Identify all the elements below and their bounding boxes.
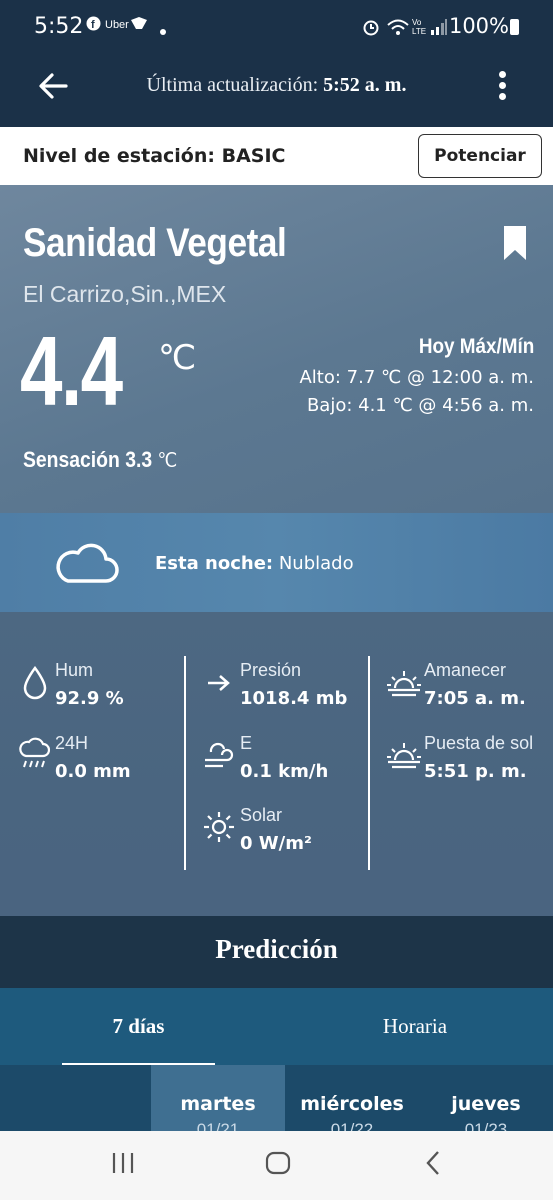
signal-icon xyxy=(430,18,448,39)
uber-icon: Uber xyxy=(105,19,129,31)
status-time: 5:52 xyxy=(34,14,84,39)
pressure-label: Presión xyxy=(240,660,302,680)
tonight-text: Esta noche: Nublado xyxy=(155,553,354,574)
humidity-value: 92.9 % xyxy=(55,688,124,709)
back-nav-button[interactable] xyxy=(424,1150,442,1181)
today-low: Bajo: 4.1 ℃ @ 4:56 a. m. xyxy=(306,395,534,416)
sunrise-icon xyxy=(386,668,422,703)
rain-cloud-icon xyxy=(18,737,51,776)
day-name[interactable]: martes xyxy=(151,1093,285,1115)
sunset-icon xyxy=(386,740,422,775)
upgrade-button[interactable]: Potenciar xyxy=(418,134,542,178)
battery-icon xyxy=(510,19,519,35)
home-button[interactable] xyxy=(264,1150,292,1181)
tab-7-days[interactable]: 7 días xyxy=(62,1014,215,1039)
svg-text:f: f xyxy=(91,19,95,31)
battery-percent: 100% xyxy=(448,14,509,38)
sunset-label: Puesta de sol xyxy=(424,733,534,753)
wifi-icon xyxy=(386,18,410,39)
volte-icon: Vo LTE xyxy=(412,18,427,36)
day-name[interactable]: jueves xyxy=(419,1093,553,1115)
bookmark-icon[interactable] xyxy=(503,225,527,261)
wind-direction: E xyxy=(240,733,253,753)
sunrise-label: Amanecer xyxy=(424,660,507,680)
cloud-icon xyxy=(54,539,120,585)
temperature-unit: ℃ xyxy=(158,338,197,378)
feels-like-value: Sensación 3.3 xyxy=(23,447,153,472)
sunset-value: 5:51 p. m. xyxy=(424,761,527,782)
last-update-time: 5:52 a. m. xyxy=(323,74,407,96)
rain-label: 24H xyxy=(55,733,89,753)
hilo-title: Hoy Máx/Mín xyxy=(418,335,534,358)
today-high: Alto: 7.7 ℃ @ 12:00 a. m. xyxy=(299,367,534,388)
more-options-button[interactable] xyxy=(490,68,514,106)
stats-divider xyxy=(184,656,186,870)
solar-label: Solar xyxy=(240,805,283,825)
last-update-label: Última actualización: xyxy=(146,74,319,96)
current-temperature: 4.4 xyxy=(20,316,123,426)
dot-icon xyxy=(160,22,166,38)
stats-divider xyxy=(368,656,370,870)
day-name[interactable]: miércoles xyxy=(285,1093,419,1115)
app-icon xyxy=(130,16,148,33)
station-level: Nivel de estación: BASIC xyxy=(23,145,286,167)
facebook-icon: f xyxy=(86,16,101,34)
feels-like-unit: ℃ xyxy=(157,450,178,472)
station-name: Sanidad Vegetal xyxy=(23,221,287,265)
wind-icon xyxy=(203,738,237,775)
tab-hourly[interactable]: Horaria xyxy=(340,1014,490,1039)
droplet-icon xyxy=(22,665,48,705)
arrow-right-icon xyxy=(206,673,232,698)
humidity-label: Hum xyxy=(55,660,94,680)
forecast-title: Predicción xyxy=(215,934,338,964)
solar-value: 0 W/m² xyxy=(240,833,312,854)
rain-value: 0.0 mm xyxy=(55,761,131,782)
feels-like: Sensación 3.3 ℃ xyxy=(23,447,177,473)
wind-value: 0.1 km/h xyxy=(240,761,329,782)
last-update: Última actualización: 5:52 a. m. xyxy=(0,74,553,97)
alarm-icon xyxy=(362,18,380,39)
station-location: El Carrizo,Sin.,MEX xyxy=(23,281,227,307)
recent-apps-button[interactable] xyxy=(110,1151,136,1180)
tonight-condition: Nublado xyxy=(278,553,354,574)
sunrise-value: 7:05 a. m. xyxy=(424,688,526,709)
tonight-label: Esta noche: xyxy=(155,553,274,574)
sun-icon xyxy=(202,810,236,849)
pressure-value: 1018.4 mb xyxy=(240,688,348,709)
